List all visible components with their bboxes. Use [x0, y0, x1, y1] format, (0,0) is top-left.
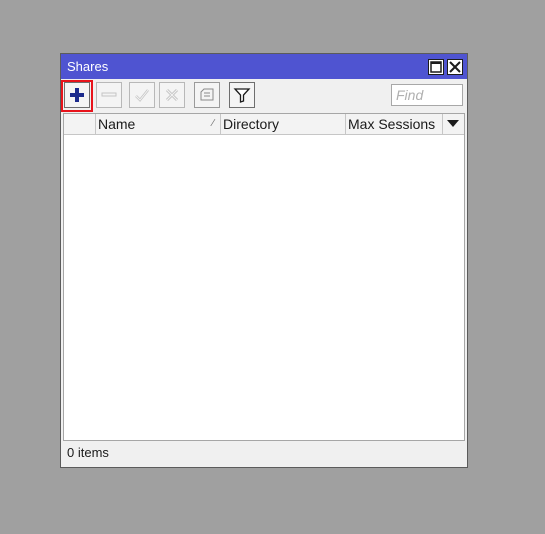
table-header: Name ∕ Directory Max Sessions — [64, 114, 464, 135]
comment-icon — [200, 88, 214, 101]
column-header-name[interactable]: Name ∕ — [96, 114, 221, 134]
find-input[interactable] — [391, 84, 463, 106]
chevron-down-icon — [447, 120, 459, 127]
column-header-flags[interactable] — [64, 114, 96, 134]
enable-button[interactable] — [129, 82, 155, 108]
toolbar — [61, 80, 467, 112]
maximize-button[interactable] — [428, 59, 444, 75]
minus-icon — [101, 92, 117, 97]
check-icon — [135, 89, 149, 102]
add-button[interactable] — [64, 82, 90, 108]
maximize-icon — [430, 61, 442, 73]
filter-icon — [233, 88, 251, 103]
column-header-directory-label: Directory — [223, 116, 280, 132]
comment-button[interactable] — [194, 82, 220, 108]
column-header-name-label: Name — [98, 116, 136, 132]
column-menu-button[interactable] — [443, 114, 464, 134]
status-bar-item-count: 0 items — [67, 445, 109, 460]
column-header-max-sessions[interactable]: Max Sessions — [346, 114, 443, 134]
shares-table: Name ∕ Directory Max Sessions — [63, 113, 465, 441]
x-icon — [165, 88, 179, 102]
close-button[interactable] — [447, 59, 463, 75]
filter-button[interactable] — [229, 82, 255, 108]
disable-button[interactable] — [159, 82, 185, 108]
sort-indicator-icon: ∕ — [212, 118, 214, 129]
close-icon — [449, 61, 461, 73]
column-header-max-sessions-label: Max Sessions — [348, 116, 436, 132]
window-title: Shares — [67, 59, 109, 74]
remove-button[interactable] — [96, 82, 122, 108]
plus-icon — [70, 88, 84, 102]
shares-window: Shares Find Name ∕ Directory Max Session… — [60, 53, 468, 468]
column-header-directory[interactable]: Directory — [221, 114, 346, 134]
title-bar[interactable]: Shares — [61, 54, 467, 79]
